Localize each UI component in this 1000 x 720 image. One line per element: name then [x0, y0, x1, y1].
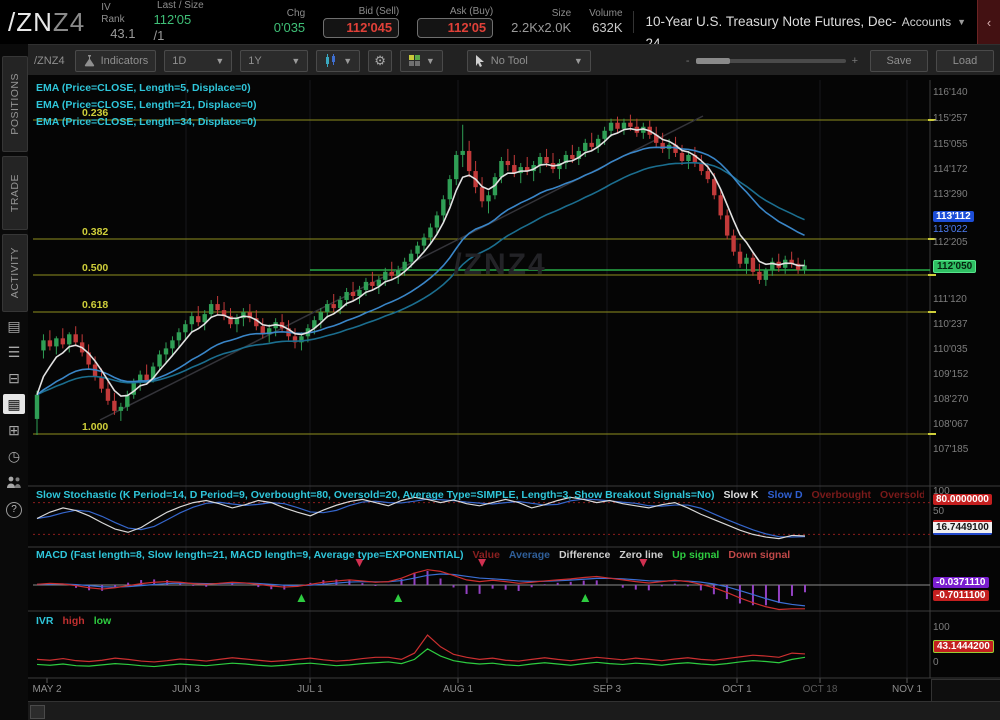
time-axis-label: JUN 3 — [172, 684, 200, 695]
legend-item: Zero line — [619, 549, 663, 561]
fib-level-label: 1.000 — [82, 421, 108, 433]
axis-label: 110'237 — [933, 319, 968, 330]
axis-label: 107'185 — [933, 444, 968, 455]
legend-item: Overbought — [812, 489, 872, 501]
macd-legend: MACD (Fast length=8, Slow length=21, MAC… — [36, 549, 924, 561]
time-axis-label: SEP 3 — [593, 684, 621, 695]
time-axis-label: MAY 2 — [32, 684, 61, 695]
trading-platform: /ZNZ4 IV Rank 43.1 Last / Size 112'05 /1… — [0, 0, 1000, 720]
ivr-legend: IVR highlow — [36, 615, 924, 627]
time-axis-label: OCT 1 — [722, 684, 751, 695]
legend-item: Slow K — [724, 489, 759, 501]
bottom-scrollbar[interactable] — [28, 701, 1000, 720]
axis-label: 116'140 — [933, 87, 968, 98]
chart-watermark: /ZNZ4 — [420, 248, 580, 282]
axis-label: -0.7011100 — [933, 590, 989, 601]
axis-label: 112'050 — [933, 260, 976, 273]
axis-label: 108'067 — [933, 419, 968, 430]
axis-label: 0 — [933, 657, 939, 668]
fib-level-label: 0.618 — [82, 299, 108, 311]
axis-label: 80.0000000 — [933, 494, 992, 505]
legend-item: Slow D — [768, 489, 803, 501]
legend-item: Oversold — [880, 489, 924, 501]
legend-item: Down signal — [728, 549, 790, 561]
time-axis-label: JUL 1 — [297, 684, 323, 695]
legend-item: MACD (Fast length=8, Slow length=21, MAC… — [36, 549, 463, 561]
axis-label: 111'120 — [933, 294, 967, 305]
scrollbar-handle[interactable] — [30, 705, 45, 719]
axis-label: -0.0371110 — [933, 577, 989, 588]
legend-item: Difference — [559, 549, 610, 561]
time-axis-label: NOV 1 — [892, 684, 922, 695]
legend-item: low — [94, 615, 112, 627]
legend-item: IVR — [36, 615, 54, 627]
axis-label: 43.1444200 — [933, 640, 994, 653]
axis-label: 113'022 — [933, 224, 968, 235]
legend-item: Up signal — [672, 549, 719, 561]
axis-label: 50 — [933, 506, 944, 517]
axis-label: 16.7449100 — [933, 520, 992, 535]
axis-label: 108'270 — [933, 394, 968, 405]
time-axis-label: OCT 18 — [803, 684, 838, 695]
axis-label: 109'152 — [933, 369, 968, 380]
fib-level-label: 0.236 — [82, 107, 108, 119]
axis-label: 100 — [933, 622, 950, 633]
axis-label: 115'055 — [933, 139, 968, 150]
ema-label: EMA (Price=CLOSE, Length=5, Displace=0) — [36, 82, 251, 94]
axis-label: 110'035 — [933, 344, 968, 355]
axis-label: 115'257 — [933, 113, 968, 124]
ema-label: EMA (Price=CLOSE, Length=21, Displace=0) — [36, 99, 256, 111]
ema-label: EMA (Price=CLOSE, Length=34, Displace=0) — [36, 116, 256, 128]
axis-label: 113'112 — [933, 211, 974, 222]
axis-label: 114'172 — [933, 164, 968, 175]
fib-level-label: 0.382 — [82, 226, 108, 238]
axis-label: 112'205 — [933, 237, 968, 248]
stochastic-legend: Slow Stochastic (K Period=14, D Period=9… — [36, 489, 924, 501]
legend-item: Value — [472, 549, 499, 561]
legend-item: Average — [509, 549, 550, 561]
price-axis: 116'140 115'257 115'055 114'172 113'290 113'1… — [930, 75, 1000, 701]
fib-level-label: 0.500 — [82, 262, 108, 274]
legend-item: high — [63, 615, 85, 627]
axis-label: 113'290 — [933, 189, 968, 200]
time-axis-label: AUG 1 — [443, 684, 473, 695]
legend-item: Slow Stochastic (K Period=14, D Period=9… — [36, 489, 715, 501]
axis-corner-box — [931, 679, 1000, 702]
